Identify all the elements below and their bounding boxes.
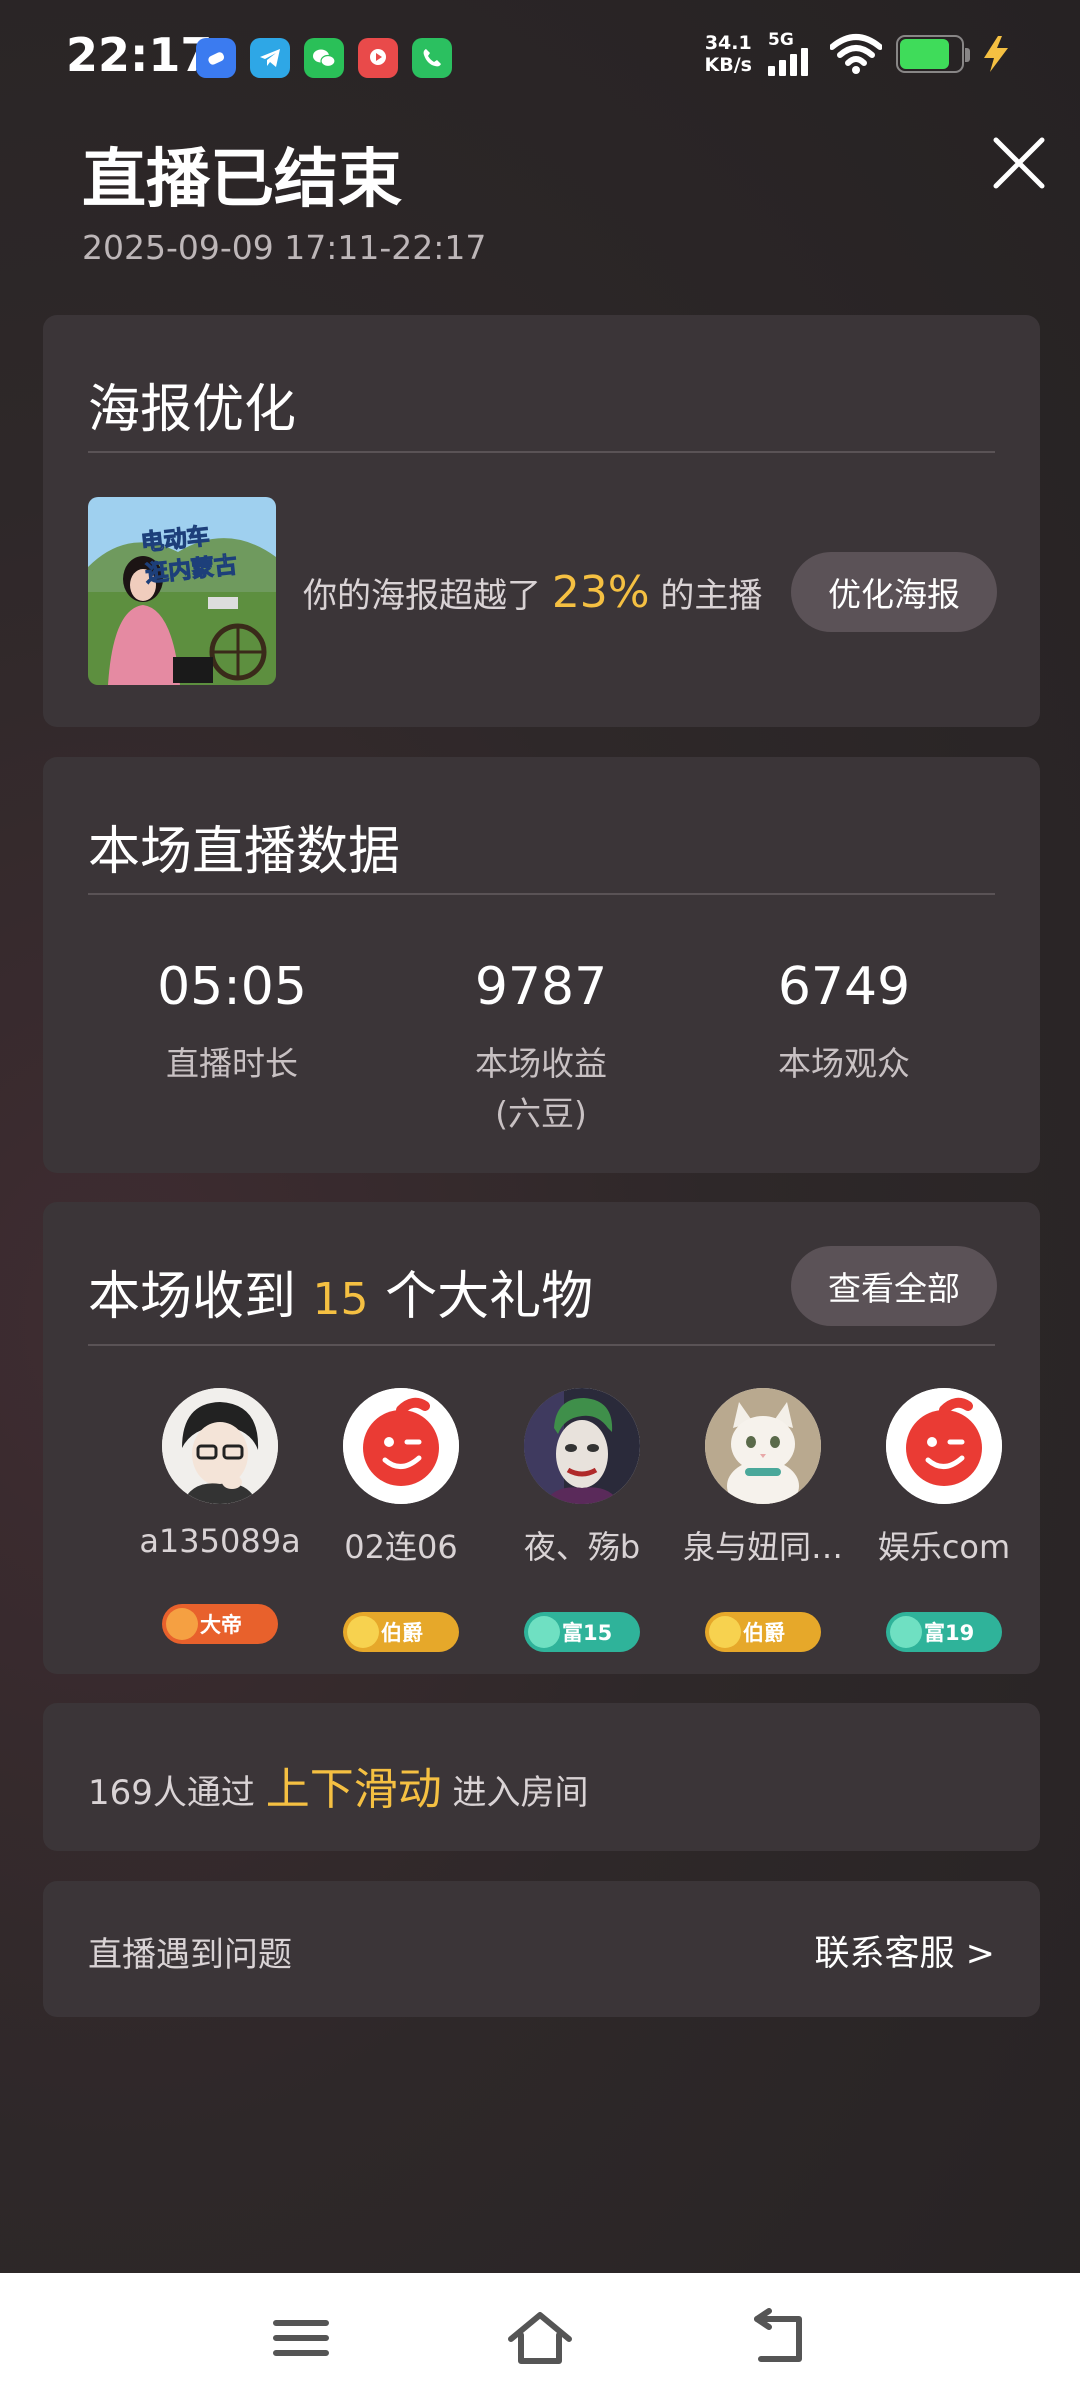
gifter-item[interactable]: 娱乐com 富19 xyxy=(859,1388,1029,1652)
card-divider xyxy=(88,893,995,895)
gifter-name: 泉与妞同… xyxy=(682,1528,843,1566)
avatar xyxy=(886,1388,1002,1504)
charging-icon xyxy=(984,36,1008,72)
avatar xyxy=(343,1388,459,1504)
gifts-card: 本场收到 15 个大礼物 查看全部 a135089a 大帝 02连06 伯爵 夜… xyxy=(43,1202,1040,1674)
page-title: 直播已结束 xyxy=(82,143,402,217)
status-indicators: 34.1 KB/s 5G xyxy=(705,30,1014,78)
avatar xyxy=(162,1388,278,1504)
swipe-entry-text: 169人通过 上下滑动 进入房间 xyxy=(88,1764,589,1815)
telegram-app-icon xyxy=(250,38,290,78)
back-icon xyxy=(754,2308,802,2362)
live-stats-card: 本场直播数据 05:05 直播时长 9787 本场收益 (六豆) 6749 本场… xyxy=(43,757,1040,1173)
signal-icon: 5G xyxy=(766,30,816,78)
phone-app-icon xyxy=(412,38,452,78)
view-all-gifts-button[interactable]: 查看全部 xyxy=(791,1246,997,1326)
system-nav-bar xyxy=(0,2273,1080,2400)
stat-viewers: 6749 本场观众 xyxy=(777,957,911,1083)
live-time-range: 2025-09-09 17:11-22:17 xyxy=(82,228,487,267)
close-button[interactable] xyxy=(986,130,1052,196)
avatar xyxy=(705,1388,821,1504)
stat-duration: 05:05 直播时长 xyxy=(157,957,307,1083)
gift-count: 15 xyxy=(312,1274,369,1325)
help-card[interactable]: 直播遇到问题 联系客服 > xyxy=(43,1881,1040,2017)
home-nav-button[interactable] xyxy=(505,2303,575,2373)
gifter-item[interactable]: 泉与妞同… 伯爵 xyxy=(678,1388,848,1652)
swipe-highlight: 上下滑动 xyxy=(265,1764,442,1815)
poster-rank-text: 你的海报超越了 23% 的主播 xyxy=(303,567,763,618)
browser-app-icon xyxy=(196,38,236,78)
wechat-app-icon xyxy=(304,38,344,78)
optimize-poster-button[interactable]: 优化海报 xyxy=(791,552,997,632)
gifter-item[interactable]: 02连06 伯爵 xyxy=(316,1388,486,1652)
contact-support-link[interactable]: 联系客服 > xyxy=(815,1925,995,1976)
card-divider xyxy=(88,451,995,453)
help-label: 直播遇到问题 xyxy=(88,1935,292,1975)
battery-icon xyxy=(896,35,970,73)
poster-thumbnail[interactable]: 电动车 逛内蒙古 xyxy=(88,497,276,685)
gifter-item[interactable]: 夜、殇b 富15 xyxy=(497,1388,667,1652)
wifi-icon xyxy=(830,34,882,74)
status-time: 22:17 xyxy=(66,28,213,82)
gifter-name: 夜、殇b xyxy=(523,1528,641,1566)
gifter-name: 02连06 xyxy=(344,1528,458,1566)
gifter-level-badge: 大帝 xyxy=(162,1604,278,1644)
swipe-entry-card: 169人通过 上下滑动 进入房间 xyxy=(43,1703,1040,1851)
poster-optimization-card: 海报优化 电动车 逛内蒙古 你的海报超越了 23% 的主播 优化海报 xyxy=(43,315,1040,727)
gifter-level-badge: 富19 xyxy=(886,1612,1002,1652)
gifter-level-badge: 伯爵 xyxy=(705,1612,821,1652)
menu-nav-button[interactable] xyxy=(266,2303,336,2373)
back-nav-button[interactable] xyxy=(745,2303,815,2373)
poster-percent: 23% xyxy=(551,567,650,618)
gifter-item[interactable]: a135089a 大帝 xyxy=(135,1388,305,1644)
status-app-icons xyxy=(196,38,452,78)
net-speed: 34.1 KB/s xyxy=(704,32,752,76)
poster-card-title: 海报优化 xyxy=(88,380,297,440)
close-icon xyxy=(993,137,1045,189)
status-bar: 22:17 34.1 KB/s 5G xyxy=(0,0,1080,110)
video-app-icon xyxy=(358,38,398,78)
card-divider xyxy=(88,1344,995,1346)
gifter-name: a135089a xyxy=(139,1522,301,1560)
home-icon xyxy=(508,2312,572,2364)
gifter-level-badge: 富15 xyxy=(524,1612,640,1652)
avatar xyxy=(524,1388,640,1504)
gifter-level-badge: 伯爵 xyxy=(343,1612,459,1652)
stats-card-title: 本场直播数据 xyxy=(88,822,401,882)
menu-icon xyxy=(273,2320,329,2356)
gifter-name: 娱乐com xyxy=(877,1528,1011,1566)
gifts-card-title: 本场收到 15 个大礼物 xyxy=(88,1267,594,1327)
stat-earnings: 9787 本场收益 (六豆) xyxy=(474,957,608,1133)
